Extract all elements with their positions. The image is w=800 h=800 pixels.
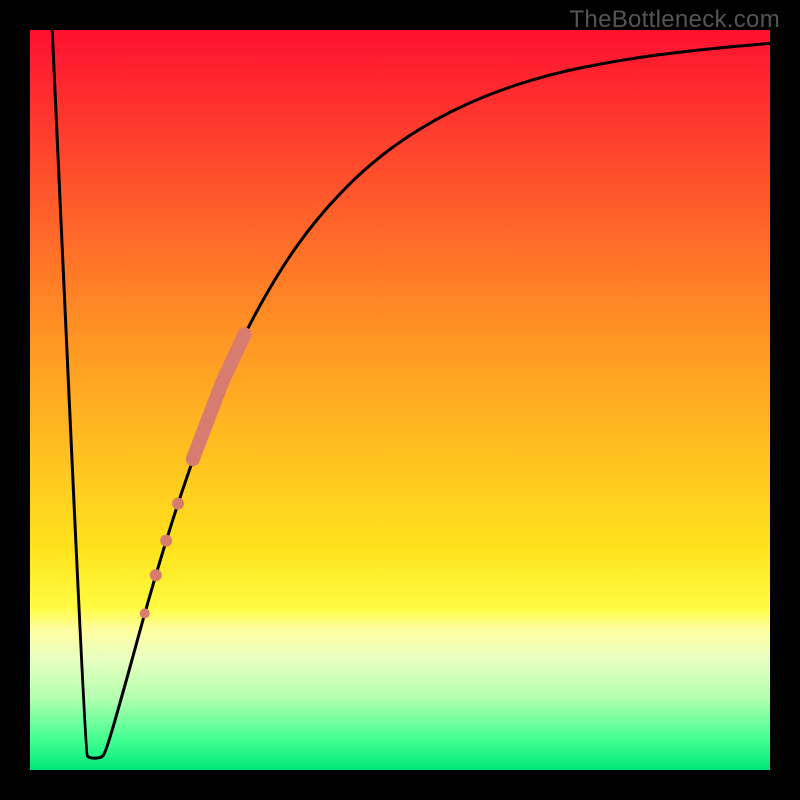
chart-plot-area (30, 30, 770, 770)
highlight-segment (193, 334, 245, 459)
highlight-marker (150, 569, 162, 581)
highlight-marker (160, 535, 172, 547)
bottleneck-curve-svg (30, 30, 770, 770)
chart-frame: TheBottleneck.com (0, 0, 800, 800)
highlight-marker (172, 498, 184, 510)
highlight-marker (140, 608, 150, 618)
bottleneck-curve-path (52, 30, 770, 758)
watermark-label: TheBottleneck.com (569, 6, 780, 34)
